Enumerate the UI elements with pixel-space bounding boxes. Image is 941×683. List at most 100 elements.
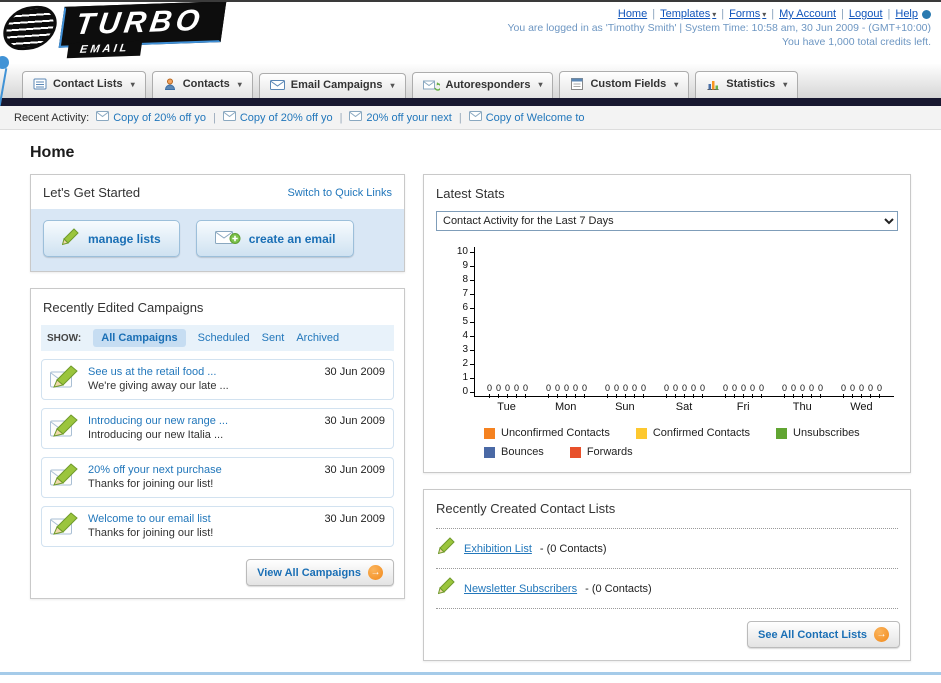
chart-x-label: Sat — [675, 401, 693, 413]
app-logo[interactable]: TURBO EMAIL — [0, 2, 290, 106]
chart-plot: 00000000000000000000000000000000000 — [474, 247, 894, 398]
contact-lists-panel-title: Recently Created Contact Lists — [436, 501, 616, 516]
manage-lists-button[interactable]: manage lists — [43, 220, 180, 257]
chart-y-tick: 0 — [452, 387, 474, 397]
get-started-title: Let's Get Started — [43, 185, 141, 200]
recent-activity-item[interactable]: Copy of Welcome to — [468, 111, 585, 124]
main-content: Home Let's Get Started Switch to Quick L… — [0, 130, 941, 661]
tab-contact-lists[interactable]: Contact Lists ▾ — [22, 71, 146, 98]
tab-contacts[interactable]: Contacts ▾ — [151, 71, 253, 98]
chart-y-axis: 10 9 8 7 6 5 4 3 2 1 0 — [452, 247, 474, 397]
contact-list-link[interactable]: Newsletter Subscribers — [464, 583, 577, 595]
recent-activity-item[interactable]: Copy of 20% off yo — [222, 111, 333, 124]
campaign-subtitle: Thanks for joining our list! — [88, 478, 214, 490]
top-nav: Home | Templates ▾ | Forms ▾ | My Account | Lo… — [618, 8, 931, 20]
legend-swatch — [484, 446, 495, 458]
header-right: Home | Templates ▾ | Forms ▾ | My Account | Lo… — [507, 2, 931, 64]
top-link-forms[interactable]: Forms ▾ — [729, 8, 766, 20]
chevron-down-icon: ▾ — [538, 80, 543, 89]
campaign-item[interactable]: Welcome to our email list Thanks for joi… — [41, 506, 394, 547]
chart-day-group: 00000 — [537, 384, 596, 398]
contact-list-item[interactable]: Exhibition List - (0 Contacts) — [436, 528, 898, 568]
stats-period-select[interactable]: Contact Activity for the Last 7 Days — [436, 211, 898, 231]
tab-custom-fields[interactable]: Custom Fields ▾ — [559, 71, 690, 98]
recent-campaigns-panel: Recently Edited Campaigns SHOW: All Camp… — [30, 288, 405, 599]
chart-day-group: 00000 — [773, 384, 832, 398]
chart-day-group: 00000 — [596, 384, 655, 398]
recent-activity-bar: Recent Activity: Copy of 20% off yo | Co… — [0, 106, 941, 130]
tab-autoresponders[interactable]: Autoresponders ▾ — [411, 72, 554, 98]
bar-chart-icon — [706, 77, 720, 91]
contact-list-link[interactable]: Exhibition List — [464, 543, 532, 555]
envelope-pencil-icon — [50, 512, 80, 541]
logo-wordmark: TURBO EMAIL — [58, 2, 226, 59]
chart-y-tick: 10 — [452, 247, 474, 257]
campaign-item[interactable]: See us at the retail food ... We're givi… — [41, 359, 394, 400]
recent-contact-lists-panel: Recently Created Contact Lists Exhibitio… — [423, 489, 911, 661]
recent-activity-item[interactable]: Copy of 20% off yo — [96, 111, 206, 124]
chart-day-group: 00000 — [714, 384, 773, 398]
chevron-down-icon: ▾ — [712, 10, 717, 19]
filter-scheduled[interactable]: Scheduled — [198, 332, 250, 344]
chart-x-labels: Tue Mon Sun Sat Fri Thu Wed — [474, 397, 894, 413]
tab-label: Statistics — [726, 78, 776, 90]
pencil-icon — [437, 537, 456, 560]
recent-activity-item[interactable]: 20% off your next — [349, 111, 452, 124]
help-status-icon[interactable] — [922, 9, 931, 19]
contact-list-count: - (0 Contacts) — [539, 542, 607, 555]
chart-day-group: 00000 — [655, 384, 714, 398]
see-all-contact-lists-button[interactable]: See All Contact Lists → — [746, 621, 900, 648]
chart-x-label: Sun — [615, 401, 635, 413]
top-link-logout[interactable]: Logout — [849, 8, 883, 20]
chevron-down-icon: ▾ — [237, 79, 242, 89]
legend-swatch — [635, 427, 647, 439]
chevron-down-icon: ▾ — [674, 79, 679, 89]
top-link-my-account[interactable]: My Account — [779, 8, 836, 20]
recent-activity-link[interactable]: Copy of 20% off yo — [113, 112, 206, 124]
legend-swatch — [484, 427, 495, 439]
campaign-date: 30 Jun 2009 — [324, 513, 385, 525]
contact-list-item[interactable]: Newsletter Subscribers - (0 Contacts) — [436, 568, 898, 609]
chevron-down-icon: ▾ — [130, 79, 135, 89]
tab-label: Contacts — [182, 78, 230, 90]
logo-title: TURBO — [73, 3, 206, 42]
chart-legend: Unconfirmed Contacts Confirmed Contacts … — [484, 427, 910, 458]
envelope-icon — [222, 111, 236, 124]
campaign-filter-row: SHOW: All Campaigns Scheduled Sent Archi… — [41, 325, 394, 351]
filter-sent[interactable]: Sent — [262, 332, 285, 344]
envelope-pencil-icon — [50, 414, 80, 443]
view-all-campaigns-button[interactable]: View All Campaigns → — [246, 559, 394, 586]
pencil-icon — [61, 228, 80, 249]
stats-panel-title: Latest Stats — [436, 186, 505, 201]
campaign-date: 30 Jun 2009 — [324, 366, 385, 378]
filter-all-campaigns[interactable]: All Campaigns — [93, 329, 186, 347]
right-column: Latest Stats Contact Activity for the La… — [423, 174, 911, 661]
campaign-list: See us at the retail food ... We're givi… — [31, 359, 404, 547]
show-label: SHOW: — [47, 332, 82, 344]
tab-email-campaigns[interactable]: Email Campaigns ▾ — [258, 73, 406, 98]
create-email-button[interactable]: create an email — [195, 220, 355, 257]
chart-x-label: Tue — [497, 401, 516, 413]
recent-activity-link[interactable]: Copy of Welcome to — [486, 112, 585, 124]
campaign-subtitle: Thanks for joining our list! — [88, 527, 214, 539]
legend-item: Forwards — [569, 446, 633, 458]
envelope-icon — [269, 79, 285, 91]
footer-divider — [0, 672, 941, 675]
top-link-templates[interactable]: Templates ▾ — [660, 8, 716, 20]
tab-label: Custom Fields — [590, 78, 667, 90]
credits-info: You have 1,000 total credits left. — [781, 36, 931, 48]
campaign-item[interactable]: Introducing our new range ... Introducin… — [41, 408, 394, 449]
filter-archived[interactable]: Archived — [296, 332, 339, 344]
stats-chart: 10 9 8 7 6 5 4 3 2 1 0 000000000000000000000000000… — [424, 243, 910, 413]
envelope-icon — [96, 111, 110, 124]
top-link-home[interactable]: Home — [618, 8, 647, 20]
tab-statistics[interactable]: Statistics ▾ — [695, 71, 799, 98]
chevron-down-icon: ▾ — [390, 80, 395, 90]
top-link-help[interactable]: Help — [895, 8, 918, 20]
recent-activity-link[interactable]: Copy of 20% off yo — [240, 112, 333, 124]
campaign-item[interactable]: 20% off your next purchase Thanks for jo… — [41, 457, 394, 498]
page-title: Home — [30, 144, 75, 161]
recent-activity-link[interactable]: 20% off your next — [366, 112, 451, 124]
envelope-pencil-icon — [50, 463, 80, 492]
switch-quick-links[interactable]: Switch to Quick Links — [287, 187, 392, 199]
